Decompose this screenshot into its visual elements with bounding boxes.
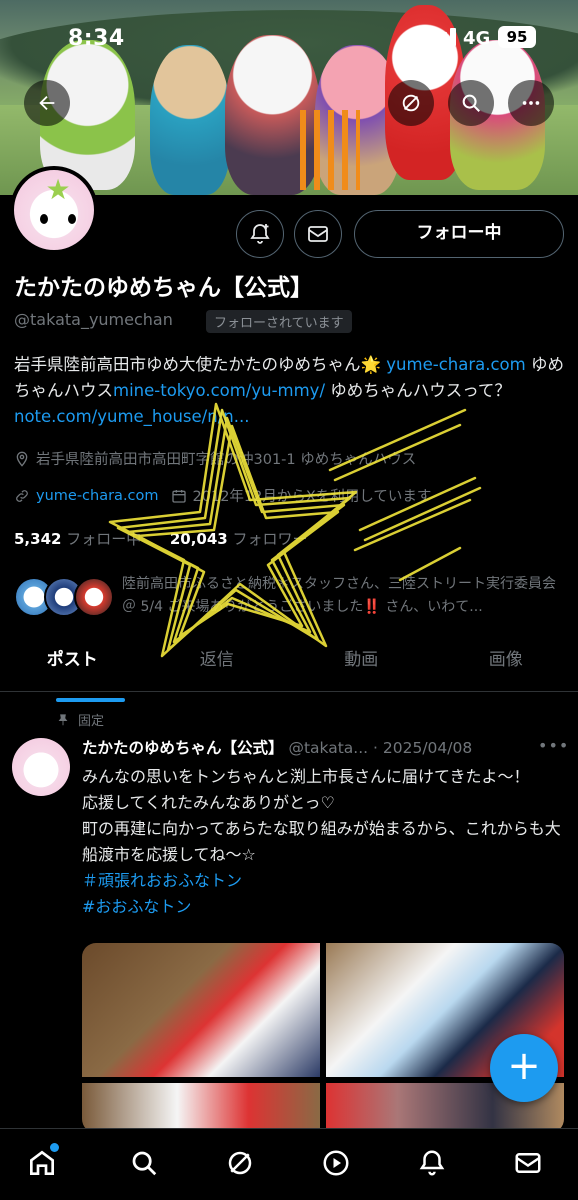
bio-link-2[interactable]: mine-tokyo.com/yu-mmy/ xyxy=(113,381,325,400)
tab-videos[interactable]: 動画 xyxy=(289,640,434,691)
compose-button[interactable]: + xyxy=(490,1034,558,1102)
location-text: 岩手県陸前高田市高田町字館の沖301-1 ゆめちゃんハウス xyxy=(36,452,417,468)
tab-posts[interactable]: ポスト xyxy=(0,640,145,702)
website-link[interactable]: yume-chara.com xyxy=(36,488,159,504)
joined-text: 2012年12月からXを利用しています xyxy=(192,489,432,505)
following-count: 5,342 xyxy=(14,530,62,548)
plus-icon: + xyxy=(507,1043,541,1089)
grok-icon xyxy=(402,94,420,112)
post-media[interactable] xyxy=(82,943,564,1133)
hashtag-1[interactable]: ＃頑張れおおふなトン xyxy=(82,868,562,894)
bottom-nav xyxy=(0,1128,578,1200)
post-line-2: 応援してくれたみんなありがとっ♡ xyxy=(82,793,335,812)
grok-button[interactable] xyxy=(388,80,434,126)
nav-search[interactable] xyxy=(126,1145,162,1181)
notify-button[interactable] xyxy=(236,210,284,258)
search-icon xyxy=(132,1151,157,1176)
bio-text-1: 岩手県陸前高田市ゆめ大使たかたのゆめちゃん🌟 xyxy=(14,355,387,374)
known-followers-text: 陸前高田市ふるさと納税＊スタッフさん、三陸ストリート実行委員会＠ 5/4 ご来場… xyxy=(122,576,556,615)
home-notification-dot xyxy=(50,1143,59,1152)
following-link[interactable]: 5,342 フォロー中 xyxy=(14,530,141,548)
post-line-1: みんなの思いをトンちゃんと渕上市長さんに届けてきたよ〜！ xyxy=(82,767,530,786)
post-body: みんなの思いをトンちゃんと渕上市長さんに届けてきたよ〜！ 応援してくれたみんなあ… xyxy=(82,764,562,920)
profile-tabs: ポスト 返信 動画 画像 xyxy=(0,640,578,702)
profile-name: たかたのゆめちゃん【公式】 xyxy=(14,275,313,301)
profile-meta: yume-chara.com 2012年12月からXを利用しています xyxy=(14,485,431,506)
tab-images[interactable]: 画像 xyxy=(434,640,578,691)
following-label: フォロー中 xyxy=(66,530,142,548)
post-more-icon[interactable]: ••• xyxy=(538,736,569,755)
followers-label: フォロワー xyxy=(232,530,308,548)
nav-video[interactable] xyxy=(318,1145,354,1181)
bell-icon xyxy=(419,1150,445,1176)
grok-icon xyxy=(228,1151,252,1175)
status-bar: 8:34 4G 95 xyxy=(0,0,578,70)
post-photo-1[interactable] xyxy=(82,943,320,1077)
nav-home[interactable] xyxy=(24,1143,60,1181)
hashtag-2[interactable]: #おおふなトン xyxy=(82,894,562,920)
post-header: たかたのゆめちゃん【公式】 @takata... · 2025/04/08 xyxy=(82,736,572,758)
profile-handle: @takata_yumechan xyxy=(14,310,173,329)
banner-stumps xyxy=(300,110,360,190)
avatar-star-icon: ★ xyxy=(45,173,71,206)
video-icon xyxy=(323,1150,349,1176)
message-button[interactable] xyxy=(294,210,342,258)
nav-messages[interactable] xyxy=(510,1145,546,1181)
post-photo-3[interactable] xyxy=(82,1083,320,1133)
follows-you-badge: フォローされています xyxy=(206,310,352,333)
signal-icon xyxy=(423,28,457,46)
profile-avatar[interactable]: ★ xyxy=(10,166,98,254)
bio-link-3[interactable]: note.com/yume_house/n/n... xyxy=(14,407,249,426)
post-avatar[interactable] xyxy=(12,738,70,796)
more-icon xyxy=(522,101,540,105)
bio-text-3: ゆめちゃんハウスって？ xyxy=(325,381,511,400)
pin-icon xyxy=(58,713,68,725)
followers-link[interactable]: 20,043 フォロワー xyxy=(170,530,308,548)
follow-counts: 5,342 フォロー中 20,043 フォロワー xyxy=(14,528,308,549)
known-follower-avatar-3 xyxy=(74,577,114,617)
post-author[interactable]: たかたのゆめちゃん【公式】 xyxy=(82,739,284,757)
envelope-icon xyxy=(515,1153,541,1173)
more-button[interactable] xyxy=(508,80,554,126)
followers-count: 20,043 xyxy=(169,530,228,548)
post-date: · 2025/04/08 xyxy=(373,739,473,757)
post-handle: @takata... xyxy=(288,739,369,757)
profile-bio: 岩手県陸前高田市ゆめ大使たかたのゆめちゃん🌟 yume-chara.com ゆめ… xyxy=(14,352,564,430)
pinned-label: 固定 xyxy=(78,714,105,729)
known-followers[interactable]: 陸前高田市ふるさと納税＊スタッフさん、三陸ストリート実行委員会＠ 5/4 ご来場… xyxy=(14,573,574,623)
bio-link-1[interactable]: yume-chara.com xyxy=(386,355,525,374)
network-type: 4G xyxy=(463,28,491,49)
arrow-left-icon xyxy=(39,95,55,111)
calendar-icon xyxy=(171,489,186,503)
search-icon xyxy=(462,94,480,112)
envelope-icon xyxy=(308,226,328,242)
status-time: 8:34 xyxy=(68,26,125,51)
location-pin-icon xyxy=(16,451,28,467)
post-line-3: 町の再建に向かってあらたな取り組みが始まるから、これからも大船渡市を応援してね〜… xyxy=(82,819,561,864)
profile-location: 岩手県陸前高田市高田町字館の沖301-1 ゆめちゃんハウス xyxy=(14,448,416,469)
following-button[interactable]: フォロー中 xyxy=(354,210,564,258)
nav-notifications[interactable] xyxy=(414,1145,450,1181)
nav-grok[interactable] xyxy=(222,1145,258,1181)
link-icon xyxy=(16,489,28,502)
avatar-eyes xyxy=(40,214,76,224)
tab-replies[interactable]: 返信 xyxy=(145,640,290,691)
back-button[interactable] xyxy=(24,80,70,126)
pinned-indicator: 固定 xyxy=(56,710,104,729)
battery-level: 95 xyxy=(498,26,536,48)
search-button[interactable] xyxy=(448,80,494,126)
bell-plus-icon xyxy=(250,224,270,244)
